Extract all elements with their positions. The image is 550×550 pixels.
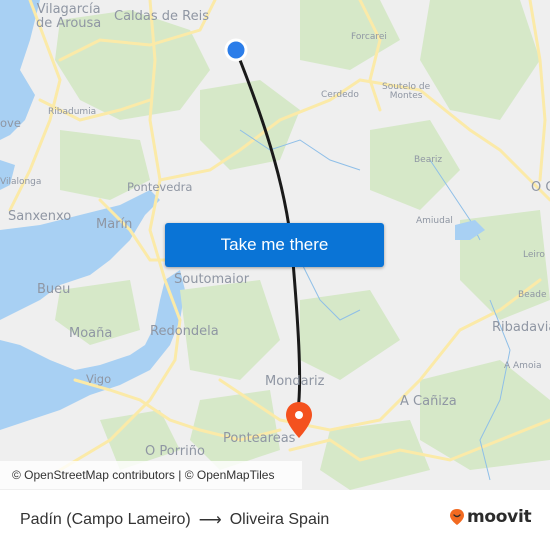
destination-name: Oliveira Spain <box>229 511 330 528</box>
place-label-acaniza: A Cañiza <box>400 394 457 409</box>
place-label-leiro: Leiro <box>523 250 545 260</box>
place-label-forcarei: Forcarei <box>351 32 387 42</box>
place-label-vilagarcia: Vilagarcía de Arousa <box>36 2 102 31</box>
place-label-vigo: Vigo <box>86 372 112 386</box>
place-label-ribadumia: Ribadumia <box>48 107 97 117</box>
destination-pin-icon[interactable] <box>284 400 314 440</box>
place-label-oporrino: O Porriño <box>145 444 205 459</box>
place-label-beariz: Beariz <box>414 155 443 165</box>
place-label-pontevedra: Pontevedra <box>127 180 193 194</box>
place-label-soutelo: Soutelo de Montes <box>382 82 431 102</box>
place-label-mondariz: Mondariz <box>265 374 325 389</box>
moovit-wordmark: moovit <box>467 507 532 527</box>
origin-marker[interactable] <box>224 38 248 62</box>
place-label-bueu: Bueu <box>37 282 71 297</box>
route-summary: Padín (Campo Lameiro) ⟶ Oliveira Spain <box>20 510 329 530</box>
map[interactable]: Vilagarcía de Arousa Caldas de Reis Forc… <box>0 0 550 490</box>
place-label-caldas: Caldas de Reis <box>114 9 209 24</box>
place-label-ocarballino: O C <box>531 180 550 195</box>
place-label-ribadavia: Ribadavia <box>492 320 550 335</box>
place-label-vilalonga: Vilalonga <box>0 177 42 187</box>
place-label-moana: Moaña <box>69 326 113 341</box>
take-me-there-button[interactable]: Take me there <box>165 223 384 267</box>
arrow-right-icon: ⟶ <box>198 512 222 529</box>
moovit-pin-icon <box>450 509 464 525</box>
moovit-logo[interactable]: moovit <box>449 507 532 527</box>
place-label-aamoia: A Amoia <box>504 361 542 371</box>
place-label-sanxenxo: Sanxenxo <box>8 209 72 224</box>
place-label-soutomaior: Soutomaior <box>174 272 250 287</box>
place-label-marin: Marín <box>96 217 133 232</box>
place-label-amiudal: Amiudal <box>416 216 453 226</box>
place-label-ove: ove <box>0 116 21 130</box>
map-attribution[interactable]: © OpenStreetMap contributors | © OpenMap… <box>0 461 302 489</box>
place-label-cerdedo: Cerdedo <box>321 90 359 100</box>
place-label-beade: Beade <box>518 290 547 300</box>
place-label-redondela: Redondela <box>150 324 219 339</box>
origin-name: Padín (Campo Lameiro) <box>20 511 191 528</box>
